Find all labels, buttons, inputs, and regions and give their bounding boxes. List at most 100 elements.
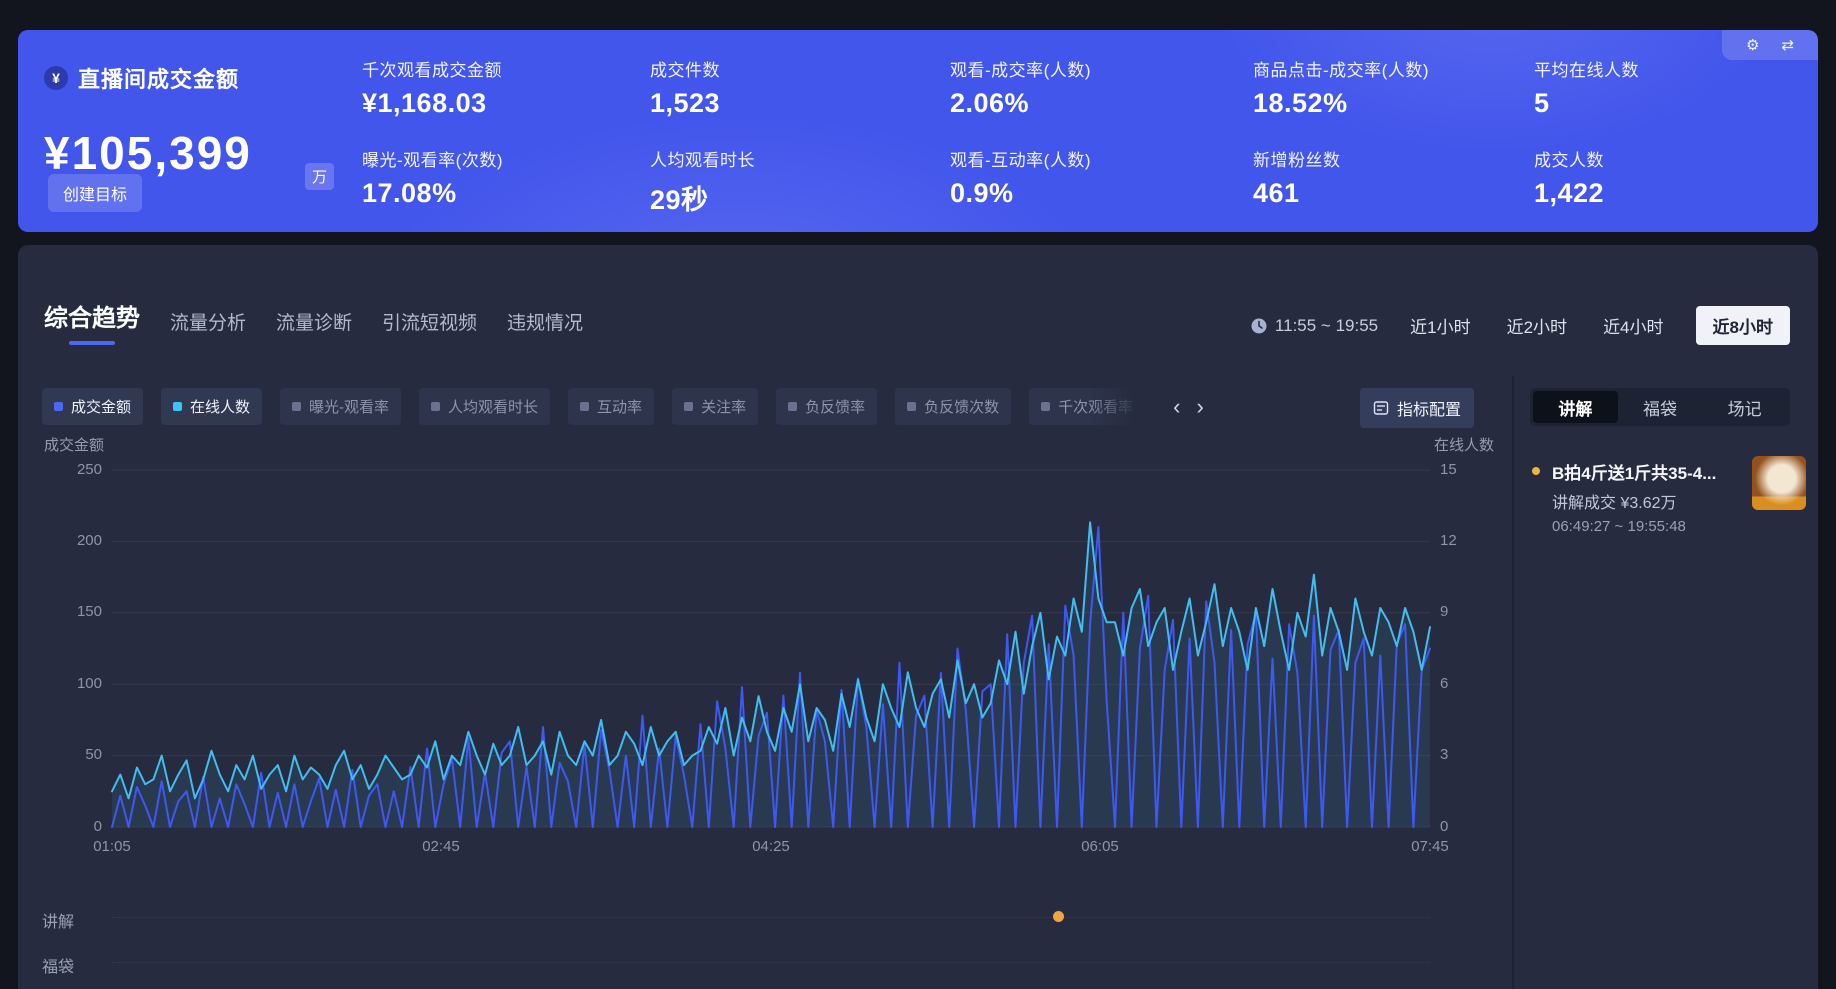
explain-event-dot[interactable] bbox=[1053, 911, 1064, 922]
chip-online-marker bbox=[173, 402, 182, 411]
chips-prev-icon[interactable]: ‹ bbox=[1173, 396, 1180, 418]
item-deal-amount: 讲解成交 ¥3.62万 bbox=[1552, 489, 1677, 513]
chip-label: 曝光-观看率 bbox=[309, 396, 389, 417]
metric-avg-watch-duration: 人均观看时长 29秒 bbox=[650, 146, 755, 217]
banner-title-row: ¥ 直播间成交金额 bbox=[44, 62, 239, 94]
product-thumbnail[interactable] bbox=[1752, 456, 1806, 510]
metric-label: 商品点击-成交率(人数) bbox=[1253, 56, 1429, 81]
range-button-4h[interactable]: 近4小时 bbox=[1599, 306, 1667, 345]
chip-marker bbox=[788, 402, 797, 411]
metric-value: 2.06% bbox=[950, 88, 1091, 119]
metric-chips-row: 成交金额 在线人数 曝光-观看率 人均观看时长 互动率 关注率 bbox=[42, 388, 1204, 425]
x-tick-0745: 07:45 bbox=[1399, 838, 1461, 855]
yuan-icon: ¥ bbox=[44, 66, 68, 90]
config-grid-icon bbox=[1373, 400, 1389, 416]
metric-label: 成交件数 bbox=[650, 56, 720, 81]
banner-title: 直播间成交金额 bbox=[78, 62, 239, 94]
chip-marker bbox=[907, 402, 916, 411]
banner-utility-pill: ⚙ ⇄ bbox=[1722, 30, 1818, 60]
config-button-label: 指标配置 bbox=[1397, 396, 1461, 420]
metric-deal-users: 成交人数 1,422 bbox=[1534, 146, 1604, 209]
metric-gpm: 千次观看成交金额 ¥1,168.03 bbox=[362, 56, 502, 119]
metric-view-deal-rate: 观看-成交率(人数) 2.06% bbox=[950, 56, 1091, 119]
metric-exposure-view-rate: 曝光-观看率(次数) 17.08% bbox=[362, 146, 503, 209]
chip-marker bbox=[292, 402, 301, 411]
tab-traffic-analysis[interactable]: 流量分析 bbox=[168, 302, 248, 345]
live-analytics-dashboard: ¥ 直播间成交金额 ¥105,399 万 创建目标 千次观看成交金额 ¥1,16… bbox=[0, 0, 1836, 989]
timeline-guide-luckybag bbox=[112, 962, 1430, 963]
clock-icon bbox=[1251, 318, 1267, 334]
chip-exposure-view-rate[interactable]: 曝光-观看率 bbox=[280, 388, 401, 425]
metric-label: 观看-互动率(人数) bbox=[950, 146, 1091, 171]
trend-tabs: 综合趋势 流量分析 流量诊断 引流短视频 违规情况 bbox=[42, 292, 585, 345]
metric-value: ¥1,168.03 bbox=[362, 88, 502, 119]
trend-line-chart[interactable] bbox=[0, 455, 1460, 840]
create-goal-button[interactable]: 创建目标 bbox=[48, 174, 142, 212]
metric-value: 18.52% bbox=[1253, 88, 1429, 119]
chip-label: 互动率 bbox=[597, 396, 642, 417]
x-tick-0245: 02:45 bbox=[410, 838, 472, 855]
chip-label: 关注率 bbox=[701, 396, 746, 417]
right-panel-tabs: 讲解 福袋 场记 bbox=[1530, 388, 1790, 426]
chip-negative-feedback-count[interactable]: 负反馈次数 bbox=[895, 388, 1011, 425]
chips-pager: ‹ › bbox=[1173, 396, 1204, 418]
gmv-unit-badge: 万 bbox=[305, 163, 334, 190]
item-status-dot bbox=[1532, 467, 1540, 475]
metric-value: 17.08% bbox=[362, 178, 503, 209]
left-axis-title: 成交金额 bbox=[44, 434, 104, 455]
gmv-main-value: ¥105,399 bbox=[44, 126, 252, 180]
chip-avg-watch-duration[interactable]: 人均观看时长 bbox=[419, 388, 550, 425]
range-button-1h[interactable]: 近1小时 bbox=[1406, 306, 1474, 345]
swap-layout-icon[interactable]: ⇄ bbox=[1781, 38, 1794, 53]
chip-label: 成交金额 bbox=[71, 396, 131, 417]
metric-label: 新增粉丝数 bbox=[1253, 146, 1341, 171]
metric-value: 29秒 bbox=[650, 178, 755, 217]
metric-deal-items: 成交件数 1,523 bbox=[650, 56, 720, 119]
x-tick-0105: 01:05 bbox=[81, 838, 143, 855]
range-button-8h[interactable]: 近8小时 bbox=[1696, 306, 1790, 345]
chip-gmv-marker bbox=[54, 402, 63, 411]
item-time-range: 06:49:27 ~ 19:55:48 bbox=[1552, 518, 1686, 535]
metric-config-button[interactable]: 指标配置 bbox=[1360, 388, 1474, 428]
metric-label: 观看-成交率(人数) bbox=[950, 56, 1091, 81]
chip-gmv[interactable]: 成交金额 bbox=[42, 388, 143, 425]
tab-referral-short-video[interactable]: 引流短视频 bbox=[380, 302, 479, 345]
metric-value: 1,422 bbox=[1534, 178, 1604, 209]
chip-label: 在线人数 bbox=[190, 396, 250, 417]
explain-list-item[interactable]: B拍4斤送1斤共35-4... 讲解成交 ¥3.62万 06:49:27 ~ 1… bbox=[1530, 456, 1808, 548]
metric-label: 成交人数 bbox=[1534, 146, 1604, 171]
tab-traffic-diagnosis[interactable]: 流量诊断 bbox=[274, 302, 354, 345]
x-tick-0605: 06:05 bbox=[1069, 838, 1131, 855]
rp-tab-explain[interactable]: 讲解 bbox=[1533, 391, 1618, 423]
gmv-summary-banner: ¥ 直播间成交金额 ¥105,399 万 创建目标 千次观看成交金额 ¥1,16… bbox=[18, 30, 1818, 232]
chip-marker bbox=[684, 402, 693, 411]
metric-value: 1,523 bbox=[650, 88, 720, 119]
metric-view-interaction-rate: 观看-互动率(人数) 0.9% bbox=[950, 146, 1091, 209]
metric-value: 0.9% bbox=[950, 178, 1091, 209]
metric-label: 平均在线人数 bbox=[1534, 56, 1639, 81]
chip-per-mille-view[interactable]: 千次观看率 bbox=[1029, 388, 1145, 425]
chip-label: 负反馈率 bbox=[805, 396, 865, 417]
settings-gear-icon[interactable]: ⚙ bbox=[1746, 38, 1759, 53]
metric-click-deal-rate: 商品点击-成交率(人数) 18.52% bbox=[1253, 56, 1429, 119]
tab-overall-trend[interactable]: 综合趋势 bbox=[42, 292, 142, 345]
chip-negative-feedback-rate[interactable]: 负反馈率 bbox=[776, 388, 877, 425]
chip-marker bbox=[580, 402, 589, 411]
timeline-row-luckybag-label: 福袋 bbox=[42, 953, 74, 977]
chip-label: 人均观看时长 bbox=[448, 396, 538, 417]
chip-label: 千次观看率 bbox=[1058, 396, 1133, 417]
chip-follow-rate[interactable]: 关注率 bbox=[672, 388, 758, 425]
chip-online-users[interactable]: 在线人数 bbox=[161, 388, 262, 425]
chips-next-icon[interactable]: › bbox=[1196, 396, 1203, 418]
metric-value: 461 bbox=[1253, 178, 1341, 209]
time-range-text: 11:55 ~ 19:55 bbox=[1275, 316, 1378, 336]
chip-interaction-rate[interactable]: 互动率 bbox=[568, 388, 654, 425]
tab-violations[interactable]: 违规情况 bbox=[505, 302, 585, 345]
timeline-guide-explain bbox=[112, 917, 1430, 918]
chip-label: 负反馈次数 bbox=[924, 396, 999, 417]
rp-tab-luckybag[interactable]: 福袋 bbox=[1618, 391, 1703, 423]
rp-tab-log[interactable]: 场记 bbox=[1702, 391, 1787, 423]
range-button-2h[interactable]: 近2小时 bbox=[1503, 306, 1571, 345]
x-tick-0425: 04:25 bbox=[740, 838, 802, 855]
time-range-label: 11:55 ~ 19:55 bbox=[1251, 316, 1378, 336]
